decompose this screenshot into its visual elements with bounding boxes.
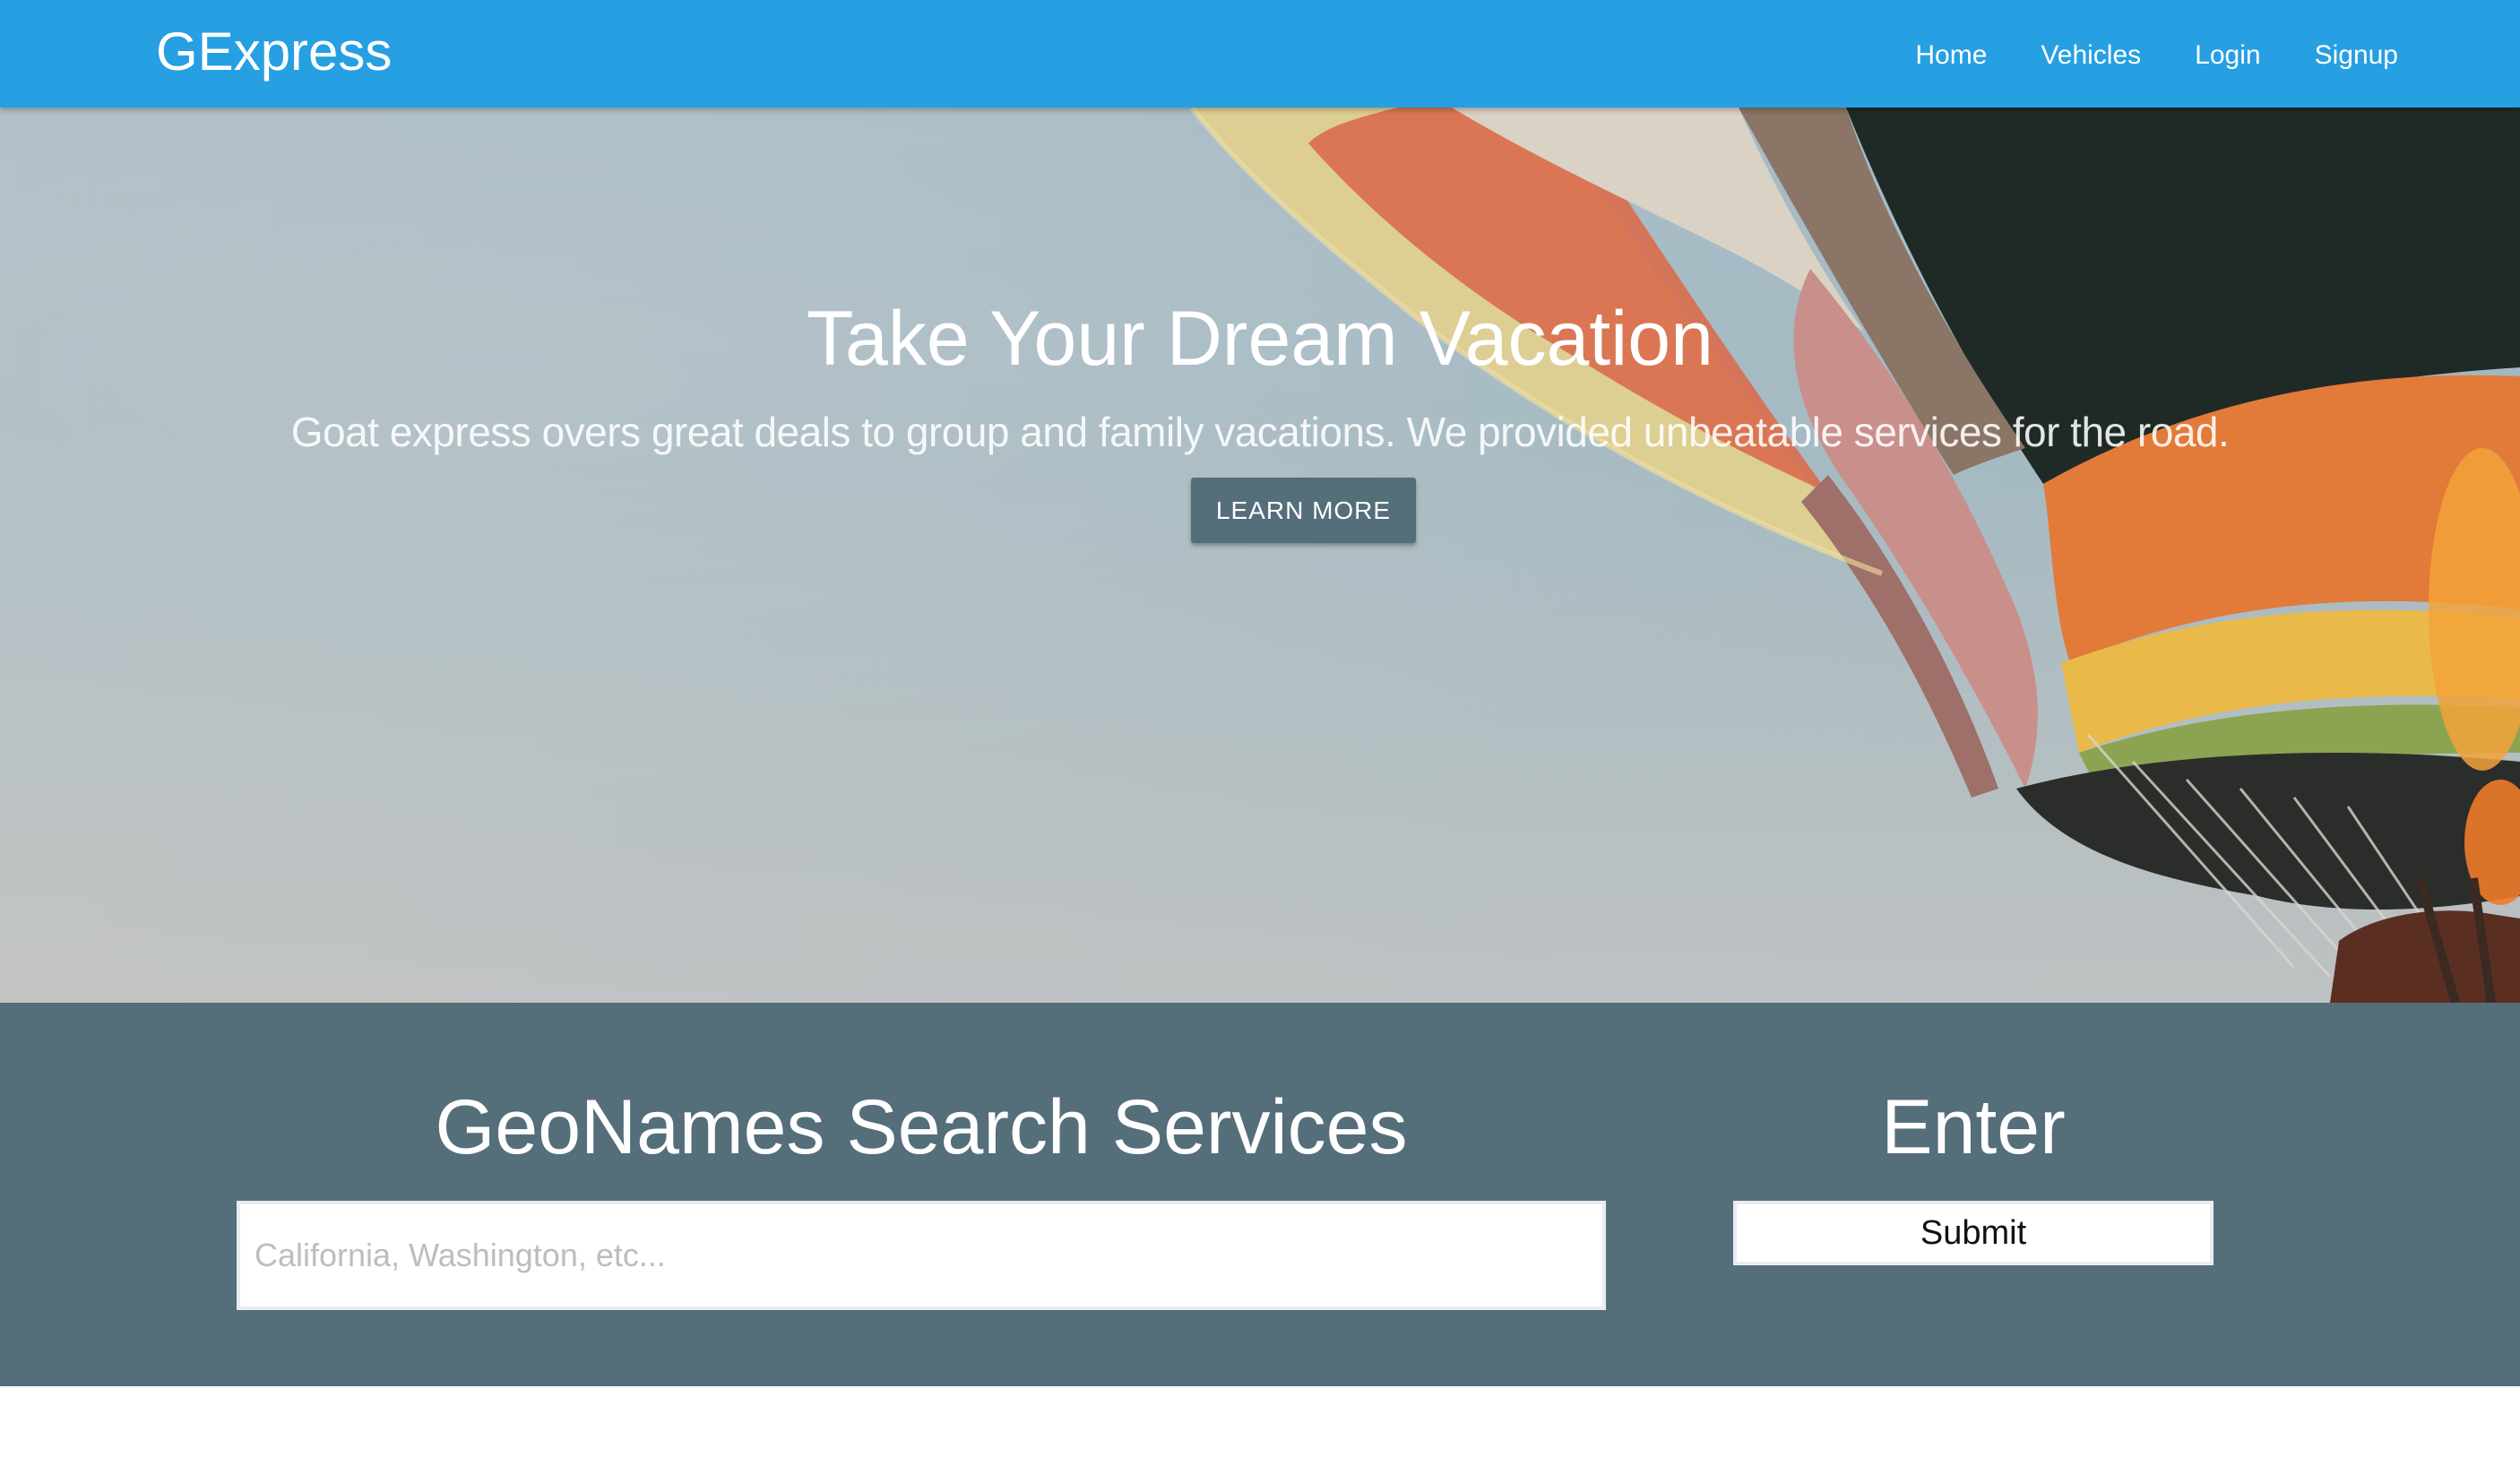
- hot-air-balloon-image: [1189, 108, 2520, 1003]
- nav-link-login[interactable]: Login: [2168, 30, 2287, 81]
- geonames-search-section: GeoNames Search Services Enter Submit: [0, 1003, 2520, 1386]
- page-content-below: [0, 1386, 2520, 1466]
- nav-links: Home Vehicles Login Signup: [1888, 30, 2425, 81]
- nav-link-signup[interactable]: Signup: [2288, 30, 2425, 81]
- enter-heading: Enter: [1881, 1084, 2066, 1170]
- submit-button[interactable]: Submit: [1733, 1201, 2214, 1265]
- location-search-input[interactable]: [237, 1201, 1606, 1310]
- hero-title: Take Your Dream Vacation: [807, 296, 1713, 382]
- top-navbar: GExpress Home Vehicles Login Signup: [0, 0, 2520, 108]
- nav-link-vehicles[interactable]: Vehicles: [2014, 30, 2168, 81]
- search-heading: GeoNames Search Services: [435, 1084, 1408, 1170]
- nav-link-home[interactable]: Home: [1888, 30, 2014, 81]
- hero-section: Take Your Dream Vacation Goat express ov…: [0, 108, 2520, 1003]
- learn-more-button[interactable]: LEARN MORE: [1191, 478, 1416, 543]
- brand-logo[interactable]: GExpress: [156, 20, 392, 84]
- hero-subtitle: Goat express overs great deals to group …: [290, 409, 2230, 455]
